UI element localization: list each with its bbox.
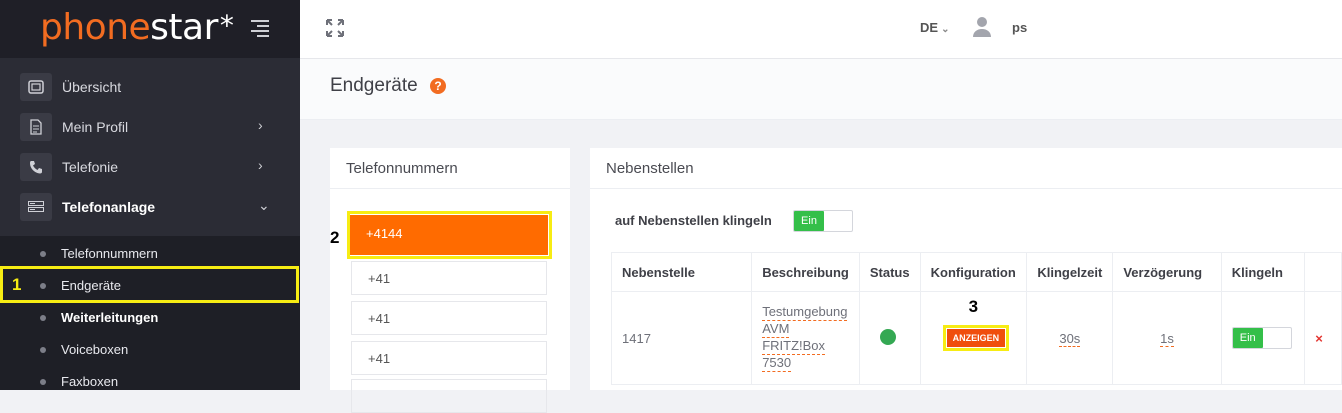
column-header: Klingeln [1220, 252, 1306, 292]
chevron-right-icon: › [258, 117, 263, 133]
username[interactable]: ps [1012, 20, 1027, 35]
sidebar: phonestar* Übersicht Mein Profil › Telef… [0, 0, 300, 390]
user-avatar-icon[interactable] [972, 16, 992, 38]
bullet-icon [40, 251, 46, 257]
dashboard-icon [20, 73, 52, 101]
table-header-row: Nebenstelle Beschreibung Status Konfigur… [610, 252, 1342, 292]
brand-bar: phonestar* [0, 0, 300, 58]
divider [590, 188, 1342, 189]
column-header: Klingelzeit [1026, 252, 1114, 292]
phone-number-item[interactable]: +41 [351, 301, 547, 335]
hamburger-menu-icon[interactable] [251, 20, 269, 37]
highlight-box-2 [347, 211, 552, 259]
panel-title: Nebenstellen [606, 160, 694, 177]
ring-cell: Ein [1220, 291, 1306, 385]
submenu-item-voiceboxes[interactable]: Voiceboxen [0, 333, 300, 365]
table-row: 1417 Testumgebung AVM FRITZ!Box 7530 ANZ… [610, 291, 1342, 385]
column-header: Nebenstelle [610, 252, 753, 292]
phone-icon [20, 153, 52, 181]
sidebar-item-label: Übersicht [62, 79, 122, 95]
pbx-submenu: Telefonnummern Endgeräte Weiterleitungen… [0, 236, 300, 390]
profile-document-icon [20, 113, 52, 141]
toggle-on-label: Ein [794, 211, 824, 231]
sidebar-item-my-profile[interactable]: Mein Profil › [0, 107, 300, 147]
extension-number: 1417 [610, 291, 753, 385]
language-selector[interactable]: DE ⌄ [920, 20, 949, 35]
extension-description[interactable]: Testumgebung AVM FRITZ!Box 7530 [751, 291, 860, 385]
annotation-number-2: 2 [330, 228, 340, 247]
sidebar-item-telephony[interactable]: Telefonie › [0, 147, 300, 187]
status-cell [858, 291, 921, 385]
show-configuration-button[interactable]: ANZEIGEN [946, 329, 1006, 347]
annotation-number-3: 3 [968, 297, 979, 316]
submenu-item-label: Telefonnummern [61, 246, 158, 261]
page-header: Endgeräte ? [300, 59, 1342, 120]
sidebar-item-pbx[interactable]: Telefonanlage ⌄ [0, 187, 300, 227]
chevron-right-icon: › [258, 157, 263, 173]
chevron-down-icon: ⌄ [941, 24, 950, 35]
ring-extensions-label: auf Nebenstellen klingeln [615, 213, 772, 228]
submenu-item-forwardings[interactable]: Weiterleitungen [0, 301, 300, 333]
submenu-item-phone-numbers[interactable]: Telefonnummern [0, 237, 300, 269]
description-line: 7530 [762, 355, 792, 372]
pbx-icon [20, 193, 52, 221]
column-header: Verzögerung [1112, 252, 1222, 292]
submenu-item-label: Faxboxen [61, 374, 119, 389]
column-header: Konfiguration [919, 252, 1028, 292]
ring-toggle[interactable]: Ein [1231, 327, 1292, 349]
delay-value: 1s [1160, 330, 1174, 347]
highlight-box-1 [0, 266, 299, 303]
page-title: Endgeräte [330, 75, 418, 96]
column-header: Status [858, 252, 921, 292]
annotation-number-1: 1 [12, 275, 22, 294]
submenu-item-faxboxes[interactable]: Faxboxen [0, 365, 300, 397]
phone-numbers-panel: Telefonnummern +4144 +41 +41 +41 [330, 148, 570, 413]
description-line: AVM [762, 321, 790, 338]
submenu-item-label: Voiceboxen [61, 342, 129, 357]
chevron-down-icon: ⌄ [258, 197, 270, 213]
logo-star: * [219, 9, 234, 42]
ring-time-cell[interactable]: 30s [1026, 291, 1114, 385]
description-line: FRITZ!Box [762, 338, 826, 355]
sidebar-item-label: Telefonanlage [62, 199, 156, 215]
phone-number-item[interactable]: +41 [351, 341, 547, 375]
bullet-icon [40, 315, 46, 321]
highlight-box-3: ANZEIGEN [942, 325, 1010, 351]
phone-number-item[interactable] [351, 379, 547, 413]
panel-title: Telefonnummern [346, 160, 458, 177]
help-icon[interactable]: ? [430, 78, 446, 94]
sidebar-item-overview[interactable]: Übersicht [0, 67, 300, 107]
toggle-on-label: Ein [1232, 328, 1263, 348]
logo-part-2: star [150, 7, 218, 48]
fullscreen-expand-icon[interactable] [326, 19, 344, 37]
delete-icon[interactable]: × [1315, 331, 1323, 346]
bullet-icon [40, 379, 46, 385]
divider [330, 188, 570, 189]
column-header-actions [1304, 252, 1342, 292]
ring-time-value: 30s [1059, 330, 1081, 347]
bullet-icon [40, 347, 46, 353]
column-header: Beschreibung [751, 252, 860, 292]
phone-number-item[interactable]: +41 [351, 261, 547, 295]
ring-extensions-toggle[interactable]: Ein [793, 210, 853, 232]
submenu-item-label: Weiterleitungen [61, 310, 159, 325]
logo-part-1: phone [40, 7, 151, 48]
configuration-cell: ANZEIGEN 3 [919, 291, 1028, 385]
phone-number-text: +41 [368, 271, 391, 286]
phone-number-text: +41 [368, 311, 391, 326]
language-code: DE [920, 20, 939, 35]
sidebar-item-label: Mein Profil [62, 119, 129, 135]
extensions-panel: Nebenstellen auf Nebenstellen klingeln E… [590, 148, 1342, 390]
extensions-table: Nebenstelle Beschreibung Status Konfigur… [610, 252, 1342, 385]
topbar: DE ⌄ ps [300, 0, 1342, 59]
delay-cell[interactable]: 1s [1112, 291, 1222, 385]
sidebar-item-label: Telefonie [62, 159, 119, 175]
phonestar-logo[interactable]: phonestar* [40, 6, 234, 50]
status-online-indicator [879, 328, 896, 345]
phone-number-text: +41 [368, 351, 391, 366]
description-line: Testumgebung [762, 304, 848, 321]
actions-cell: × [1304, 291, 1342, 385]
